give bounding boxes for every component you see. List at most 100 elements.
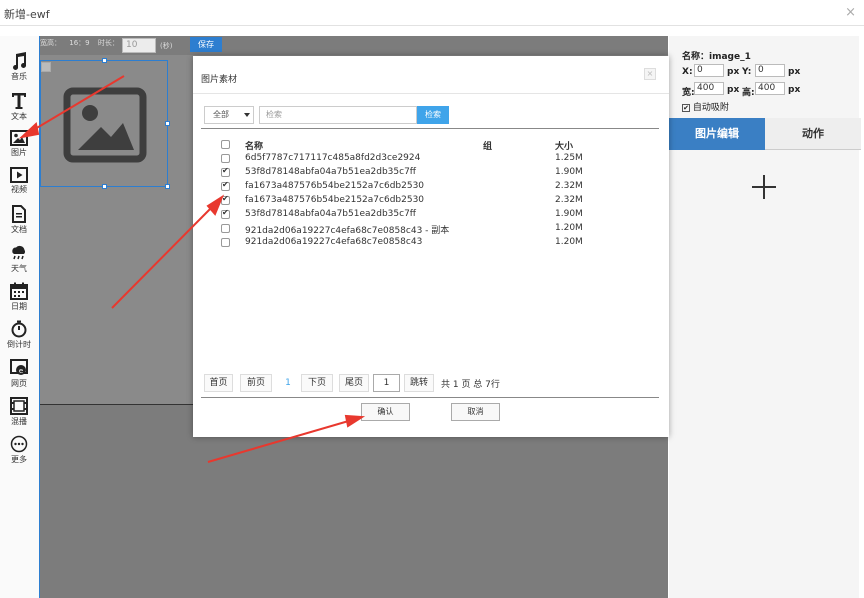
dialog-close-button[interactable]: × [644, 68, 656, 80]
first-page-button[interactable]: 首页 [204, 374, 233, 392]
sidebar-item-label: 更多 [11, 455, 27, 464]
sidebar-item-label: 文本 [11, 112, 27, 121]
x-label: X: [682, 67, 693, 77]
auto-snap-row[interactable]: ✔ 自动吸附 [682, 100, 729, 113]
row-size: 1.20M [555, 223, 583, 233]
column-size: 大小 [555, 142, 574, 152]
row-name: 53f8d78148abfa04a7b51ea2db35c7ff [245, 209, 416, 219]
chevron-down-icon [244, 113, 250, 117]
name-value: image_1 [709, 52, 751, 62]
sidebar-item-text[interactable]: 文本 [0, 92, 38, 122]
height-input[interactable]: 400 [755, 82, 785, 95]
search-button[interactable]: 检索 [417, 106, 449, 124]
sidebar-item-label: 倒计时 [7, 340, 31, 349]
width-label: 宽: [682, 88, 695, 98]
jump-button[interactable]: 跳转 [404, 374, 434, 392]
row-size: 1.25M [555, 153, 583, 163]
resize-handle-top[interactable] [102, 58, 107, 63]
sidebar-item-label: 天气 [11, 264, 27, 273]
row-name: fa1673a487576b54be2152a7c6db2530 [245, 181, 425, 191]
page-info: 共 1 页 总 7行 [441, 380, 500, 390]
ratio-value: 16：9 [69, 39, 90, 47]
sidebar-item-label: 图片 [11, 148, 27, 157]
sidebar-item-label: 音乐 [11, 72, 27, 81]
auto-snap-label: 自动吸附 [692, 103, 729, 113]
sidebar-item-document[interactable]: 文档 [0, 205, 38, 235]
table-row[interactable]: 921da2d06a19227c4efa68c7e0858c43 - 副本 1.… [193, 222, 669, 236]
confirm-button[interactable]: 确认 [361, 403, 410, 421]
sidebar-item-video[interactable]: 视频 [0, 167, 38, 195]
prev-page-button[interactable]: 前页 [240, 374, 272, 392]
row-checkbox[interactable] [221, 208, 230, 219]
row-name: 921da2d06a19227c4efa68c7e0858c43 [245, 237, 423, 247]
sidebar-item-label: 日期 [11, 302, 27, 311]
calendar-icon [10, 282, 28, 300]
group-filter-select[interactable]: 全部 [204, 106, 254, 124]
x-input[interactable]: 0 [694, 64, 724, 77]
last-page-button[interactable]: 尾页 [339, 374, 369, 392]
page-jump-input[interactable]: 1 [373, 374, 400, 392]
sidebar-item-mixed-play[interactable]: 混播 [0, 397, 38, 427]
sidebar-item-webpage[interactable]: e 网页 [0, 359, 38, 389]
row-checkbox[interactable] [221, 194, 230, 205]
row-checkbox[interactable] [221, 238, 230, 247]
resize-handle-right[interactable] [165, 121, 170, 126]
cancel-button[interactable]: 取消 [451, 403, 500, 421]
window-close-button[interactable]: × [845, 5, 856, 20]
sidebar-item-countdown[interactable]: 倒计时 [0, 320, 38, 350]
next-page-button[interactable]: 下页 [301, 374, 333, 392]
height-unit: px [788, 85, 801, 95]
table-row[interactable]: 6d5f7787c717117c485a8fd2d3ce2924 1.25M [193, 152, 669, 166]
name-row: 名称：image_1 [682, 49, 751, 62]
table-row[interactable]: fa1673a487576b54be2152a7c6db2530 2.32M [193, 180, 669, 194]
search-input[interactable]: 检索 [259, 106, 417, 124]
add-icon[interactable] [752, 175, 776, 199]
current-page[interactable]: 1 [281, 374, 295, 392]
selection-toggle[interactable] [41, 62, 51, 72]
row-checkbox[interactable] [221, 166, 230, 177]
height-label: 高: [742, 88, 755, 98]
row-name: fa1673a487576b54be2152a7c6db2530 [245, 195, 425, 205]
y-unit: px [788, 67, 801, 77]
auto-snap-checkbox[interactable]: ✔ [682, 103, 690, 112]
text-icon [12, 93, 26, 109]
weather-icon [12, 245, 26, 260]
tab-image-edit[interactable]: 图片编辑 [669, 118, 765, 150]
resize-handle-bottom-right[interactable] [165, 184, 170, 189]
table-row[interactable]: fa1673a487576b54be2152a7c6db2530 2.32M [193, 194, 669, 208]
column-name: 名称 [245, 142, 264, 152]
sidebar-item-label: 混播 [11, 417, 27, 426]
select-all-checkbox[interactable] [221, 140, 230, 149]
more-icon [10, 435, 28, 453]
sidebar-item-music[interactable]: 音乐 [0, 52, 38, 82]
sidebar-item-image[interactable]: 图片 [0, 130, 38, 158]
table-row[interactable]: 53f8d78148abfa04a7b51ea2db35c7ff 1.90M [193, 208, 669, 222]
tab-animation[interactable]: 动作 [765, 118, 861, 150]
row-checkbox[interactable] [221, 224, 230, 233]
row-size: 2.32M [555, 181, 583, 191]
divider [201, 397, 659, 398]
row-checkbox[interactable] [221, 180, 230, 191]
table-row[interactable]: 921da2d06a19227c4efa68c7e0858c43 1.20M [193, 236, 669, 250]
duration-unit: (秒) [160, 42, 173, 50]
width-input[interactable]: 400 [694, 82, 724, 95]
sidebar-item-weather[interactable]: 天气 [0, 244, 38, 274]
save-button[interactable]: 保存 [190, 37, 222, 52]
duration-label: 时长： [97, 39, 119, 47]
table-row[interactable]: 53f8d78148abfa04a7b51ea2db35c7ff 1.90M [193, 166, 669, 180]
resize-handle-bottom[interactable] [102, 184, 107, 189]
duration-input[interactable]: 10 [122, 38, 156, 53]
sidebar-item-more[interactable]: 更多 [0, 435, 38, 465]
row-name: 53f8d78148abfa04a7b51ea2db35c7ff [245, 167, 416, 177]
image-element[interactable] [40, 60, 168, 187]
divider [201, 128, 659, 129]
mixed-play-icon [10, 397, 28, 415]
y-label: Y: [742, 67, 752, 77]
row-checkbox[interactable] [221, 154, 230, 163]
column-group: 组 [483, 142, 493, 152]
row-size: 1.90M [555, 167, 583, 177]
group-filter-value: 全部 [213, 110, 229, 119]
window-title-bar: 新增-ewf × [0, 0, 864, 26]
y-input[interactable]: 0 [755, 64, 785, 77]
sidebar-item-date[interactable]: 日期 [0, 282, 38, 312]
